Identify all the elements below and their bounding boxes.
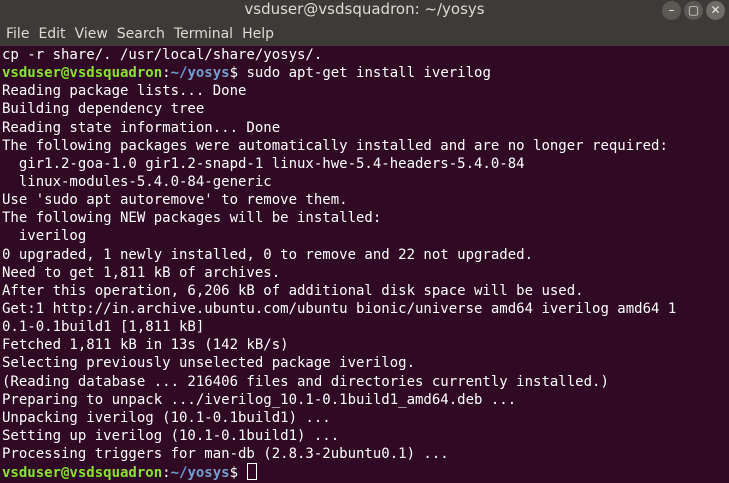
terminal-line: Unpacking iverilog (10.1-0.1build1) ... bbox=[2, 409, 331, 426]
terminal-line: Processing triggers for man-db (2.8.3-2u… bbox=[2, 446, 449, 463]
prompt-user: vsduser@vsdsquadron bbox=[2, 465, 163, 482]
terminal-line: (Reading database ... 216406 files and d… bbox=[2, 373, 609, 390]
terminal-output[interactable]: cp -r share/. /usr/local/share/yosys/. v… bbox=[0, 46, 729, 483]
menu-view[interactable]: View bbox=[70, 22, 112, 46]
menu-help[interactable]: Help bbox=[237, 22, 278, 46]
menu-edit[interactable]: Edit bbox=[33, 22, 69, 46]
menu-file[interactable]: File bbox=[0, 22, 33, 46]
terminal-line: iverilog bbox=[2, 228, 87, 245]
terminal-line: Preparing to unpack .../iverilog_10.1-0.… bbox=[2, 391, 517, 408]
menu-search[interactable]: Search bbox=[112, 22, 169, 46]
terminal-line: Selecting previously unselected package … bbox=[2, 355, 416, 372]
prompt-path: ~/yosys bbox=[170, 465, 230, 482]
terminal-line: 0.1-0.1build1 [1,811 kB] bbox=[2, 319, 205, 336]
prompt-user: vsduser@vsdsquadron bbox=[2, 65, 163, 82]
command-text: sudo apt-get install iverilog bbox=[246, 65, 491, 82]
prompt-path: ~/yosys bbox=[170, 65, 230, 82]
terminal-line: linux-modules-5.4.0-84-generic bbox=[2, 173, 272, 190]
terminal-line: Need to get 1,811 kB of archives. bbox=[2, 264, 281, 281]
prompt-separator: : bbox=[162, 465, 171, 482]
window-title: vsduser@vsdsquadron: ~/yosys bbox=[244, 0, 485, 18]
terminal-line: The following NEW packages will be insta… bbox=[2, 210, 382, 227]
prompt-line: vsduser@vsdsquadron:~/yosys$ bbox=[2, 463, 729, 481]
prompt-separator: : bbox=[162, 65, 171, 82]
terminal-line: Fetched 1,811 kB in 13s (142 kB/s) bbox=[2, 337, 289, 354]
terminal-line: Building dependency tree bbox=[2, 101, 205, 118]
terminal-line: Get:1 http://in.archive.ubuntu.com/ubunt… bbox=[2, 300, 677, 317]
prompt-symbol: $ bbox=[229, 465, 247, 482]
terminal-line: The following packages were automaticall… bbox=[2, 137, 668, 154]
terminal-line: gir1.2-goa-1.0 gir1.2-snapd-1 linux-hwe-… bbox=[2, 155, 525, 172]
close-icon[interactable]: ✕ bbox=[706, 1, 725, 20]
terminal-window: vsduser@vsdsquadron: ~/yosys – ▢ ✕ File E… bbox=[0, 0, 729, 483]
prompt-symbol: $ bbox=[229, 65, 247, 82]
terminal-line: Use 'sudo apt autoremove' to remove them… bbox=[2, 192, 348, 209]
menu-bar: File Edit View Search Terminal Help bbox=[0, 22, 729, 47]
menu-terminal[interactable]: Terminal bbox=[169, 22, 237, 46]
terminal-line: 0 upgraded, 1 newly installed, 0 to remo… bbox=[2, 246, 534, 263]
minimize-icon[interactable]: – bbox=[662, 1, 681, 20]
terminal-line: Reading state information... Done bbox=[2, 119, 281, 136]
prompt-line: vsduser@vsdsquadron:~/yosys$ sudo apt-ge… bbox=[2, 64, 729, 82]
window-controls: – ▢ ✕ bbox=[662, 1, 725, 20]
terminal-line: cp -r share/. /usr/local/share/yosys/. bbox=[2, 47, 323, 63]
terminal-line: Reading package lists... Done bbox=[2, 83, 247, 100]
terminal-cursor[interactable] bbox=[247, 463, 258, 481]
maximize-icon[interactable]: ▢ bbox=[684, 1, 703, 20]
title-bar[interactable]: vsduser@vsdsquadron: ~/yosys – ▢ ✕ bbox=[0, 0, 729, 22]
terminal-line: Setting up iverilog (10.1-0.1build1) ... bbox=[2, 427, 340, 444]
terminal-line: After this operation, 6,206 kB of additi… bbox=[2, 282, 584, 299]
